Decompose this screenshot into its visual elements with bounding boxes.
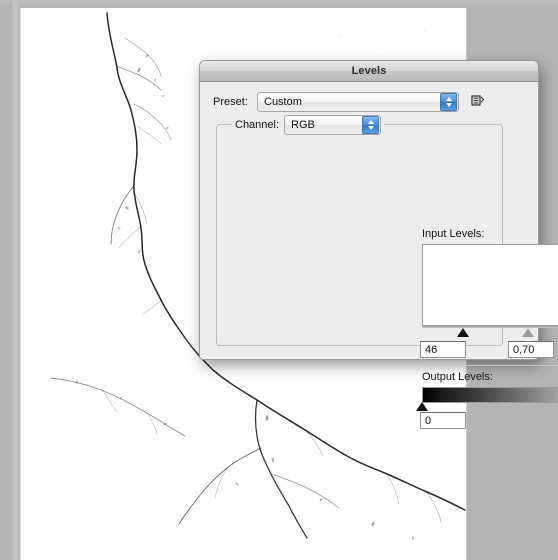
input-black-level-field[interactable]: 46: [420, 341, 466, 358]
output-levels-gradient-bar[interactable]: [422, 387, 558, 403]
input-levels-slider-track[interactable]: [422, 325, 558, 328]
input-midtone-slider[interactable]: [522, 328, 534, 337]
workspace-top-edge: [0, 0, 558, 8]
preset-options-menu-icon[interactable]: [471, 95, 485, 107]
channel-value: RGB: [291, 119, 315, 131]
chevron-updown-icon: [440, 93, 457, 111]
output-levels-label: Output Levels:: [422, 371, 493, 383]
histogram[interactable]: [422, 244, 558, 326]
histogram-plot: [423, 245, 558, 325]
channel-dropdown[interactable]: RGB: [284, 115, 382, 135]
chevron-updown-icon: [362, 116, 380, 134]
preset-row: Preset: Custom: [213, 92, 463, 112]
dialog-title: Levels: [351, 65, 387, 77]
channel-label: Channel:: [235, 119, 280, 131]
output-black-point-slider[interactable]: [416, 402, 428, 411]
input-levels-label: Input Levels:: [422, 228, 485, 240]
preset-label: Preset:: [213, 96, 248, 108]
dialog-titlebar[interactable]: Levels: [200, 61, 538, 82]
section-divider: [422, 365, 558, 366]
input-gamma-field[interactable]: 0,70: [508, 341, 554, 358]
preset-dropdown[interactable]: Custom: [257, 92, 459, 112]
preset-value: Custom: [264, 96, 302, 108]
levels-dialog[interactable]: Levels Preset: Custom Channel: RGB Input…: [199, 60, 558, 429]
workspace-left-edge: [10, 0, 20, 560]
input-black-point-slider[interactable]: [457, 328, 469, 337]
channel-row: Channel: RGB: [232, 115, 385, 135]
output-black-level-field[interactable]: 0: [420, 412, 466, 429]
dialog-body: Preset: Custom Channel: RGB Input Levels…: [200, 82, 558, 429]
